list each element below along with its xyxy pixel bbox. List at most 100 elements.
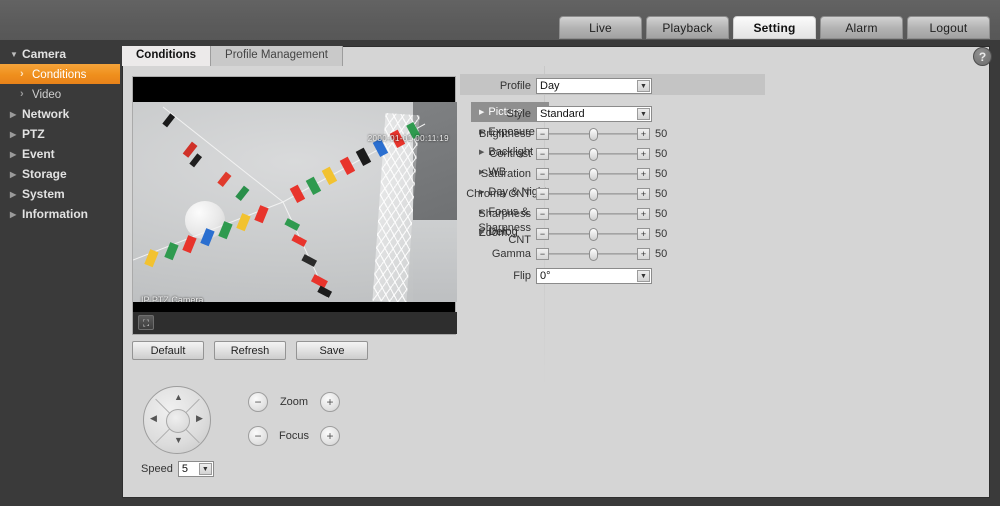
slider-thumb-saturation[interactable]: [589, 168, 598, 181]
zoom-in-button[interactable]: +: [320, 392, 340, 412]
style-label: Style: [506, 108, 531, 120]
video-camera-name: IP PTZ Camera: [141, 295, 204, 302]
slider-track-sharpness[interactable]: [549, 208, 637, 221]
default-button[interactable]: Default: [132, 341, 204, 360]
slider-value-brightness: 50: [655, 128, 668, 140]
sidebar-item-video[interactable]: › Video: [0, 84, 120, 104]
slider-row-contrast: Contrast − +50: [460, 144, 780, 164]
slider-increment-chroma-cnt[interactable]: +: [637, 188, 650, 200]
sidebar-item-camera[interactable]: ▼ Camera: [0, 44, 120, 64]
save-button[interactable]: Save: [296, 341, 368, 360]
ptz-joystick[interactable]: ▲ ▼ ◀ ▶: [143, 386, 211, 454]
ptz-up-arrow-icon[interactable]: ▲: [174, 392, 183, 402]
expand-fullscreen-icon[interactable]: ⛶: [138, 315, 154, 330]
sidebar-item-storage[interactable]: ▶ Storage: [0, 164, 120, 184]
ptz-center-button[interactable]: [166, 409, 190, 433]
slider-track-sharpness-cnt[interactable]: [549, 228, 637, 241]
sidebar-item-conditions[interactable]: › Conditions: [0, 64, 120, 84]
slider-row-saturation: Saturation − +50: [460, 164, 780, 184]
zoom-label: Zoom: [279, 396, 309, 408]
slider-decrement-sharpness[interactable]: −: [536, 208, 549, 220]
slider-row-chroma-cnt: Chroma CNT − +50: [460, 184, 780, 204]
sidebar-item-label: Network: [22, 107, 70, 121]
profile-select[interactable]: Day ▼: [536, 78, 652, 94]
slider-decrement-contrast[interactable]: −: [536, 148, 549, 160]
triangle-right-icon: ▶: [10, 190, 17, 199]
sidebar-item-label: Information: [22, 207, 88, 221]
sidebar-item-label: Storage: [22, 167, 67, 181]
panel-body: 2000-01-01 00:11:19 IP PTZ Camera ⛶ Defa…: [123, 66, 989, 497]
nav-tab-live[interactable]: Live: [559, 16, 642, 39]
slider-increment-brightness[interactable]: +: [637, 128, 650, 140]
slider-decrement-sharpness-cnt[interactable]: −: [536, 228, 549, 240]
slider-track-saturation[interactable]: [549, 168, 637, 181]
slider-increment-saturation[interactable]: +: [637, 168, 650, 180]
sidebar-item-label: Camera: [22, 47, 67, 61]
profile-value: Day: [540, 80, 560, 92]
profile-bar: Profile Day ▼: [460, 74, 765, 95]
nav-tab-alarm[interactable]: Alarm: [820, 16, 903, 39]
flip-value: 0°: [540, 270, 551, 282]
slider-decrement-chroma-cnt[interactable]: −: [536, 188, 549, 200]
ptz-speed-row: Speed 5 ▼: [141, 461, 214, 477]
slider-row-sharpness: Sharpness − +50: [460, 204, 780, 224]
sidebar-item-label: System: [22, 187, 65, 201]
slider-track-chroma-cnt[interactable]: [549, 188, 637, 201]
slider-thumb-sharpness-cnt[interactable]: [589, 228, 598, 241]
slider-thumb-gamma[interactable]: [589, 248, 598, 261]
chevron-down-icon[interactable]: ▼: [637, 270, 650, 282]
content-tab-strip: Conditions Profile Management: [122, 46, 990, 66]
slider-label-gamma: Gamma: [491, 248, 531, 260]
focus-label: Focus: [279, 430, 309, 442]
slider-increment-sharpness-cnt[interactable]: +: [637, 228, 650, 240]
sidebar-item-label: PTZ: [22, 127, 45, 141]
triangle-right-icon: ▶: [10, 170, 17, 179]
chevron-down-icon[interactable]: ▼: [637, 80, 650, 92]
slider-decrement-brightness[interactable]: −: [536, 128, 549, 140]
sidebar-item-information[interactable]: ▶ Information: [0, 204, 120, 224]
slider-thumb-chroma-cnt[interactable]: [589, 188, 598, 201]
slider-row-sharpness-cnt: Sharpness CNT − +50: [460, 222, 780, 246]
slider-track-contrast[interactable]: [549, 148, 637, 161]
sidebar-item-label: Event: [22, 147, 55, 161]
slider-track-gamma[interactable]: [549, 248, 637, 261]
nav-tab-setting[interactable]: Setting: [733, 16, 816, 39]
slider-thumb-contrast[interactable]: [589, 148, 598, 161]
slider-increment-sharpness[interactable]: +: [637, 208, 650, 220]
chevron-down-icon[interactable]: ▼: [637, 108, 650, 120]
ptz-right-arrow-icon[interactable]: ▶: [196, 413, 203, 424]
zoom-out-button[interactable]: −: [248, 392, 268, 412]
slider-track-brightness[interactable]: [549, 128, 637, 141]
slider-decrement-gamma[interactable]: −: [536, 248, 549, 260]
sidebar-item-ptz[interactable]: ▶ PTZ: [0, 124, 120, 144]
video-preview[interactable]: 2000-01-01 00:11:19 IP PTZ Camera ⛶: [132, 76, 457, 335]
slider-value-gamma: 50: [655, 248, 668, 260]
sidebar-item-event[interactable]: ▶ Event: [0, 144, 120, 164]
speed-select[interactable]: 5 ▼: [177, 461, 214, 477]
focus-near-button[interactable]: −: [248, 426, 268, 446]
slider-decrement-saturation[interactable]: −: [536, 168, 549, 180]
slider-thumb-brightness[interactable]: [589, 128, 598, 141]
chevron-right-icon: ›: [20, 68, 24, 80]
slider-label-chroma-cnt: Chroma CNT: [466, 188, 531, 200]
sidebar-item-system[interactable]: ▶ System: [0, 184, 120, 204]
nav-tab-playback[interactable]: Playback: [646, 16, 729, 39]
sidebar-item-network[interactable]: ▶ Network: [0, 104, 120, 124]
tab-conditions[interactable]: Conditions: [122, 46, 212, 66]
refresh-button[interactable]: Refresh: [214, 341, 286, 360]
help-icon[interactable]: ?: [973, 47, 992, 66]
tab-profile-management[interactable]: Profile Management: [211, 46, 343, 66]
app-root: Live Playback Setting Alarm Logout ▼ Camera › C…: [0, 0, 1000, 506]
slider-label-contrast: Contrast: [489, 148, 531, 160]
flip-select[interactable]: 0° ▼: [536, 268, 652, 284]
ptz-left-arrow-icon[interactable]: ◀: [150, 413, 157, 424]
chevron-down-icon[interactable]: ▼: [198, 463, 212, 475]
nav-tab-logout[interactable]: Logout: [907, 16, 990, 39]
triangle-right-icon: ▶: [10, 130, 17, 139]
style-select[interactable]: Standard ▼: [536, 106, 652, 122]
slider-increment-contrast[interactable]: +: [637, 148, 650, 160]
slider-increment-gamma[interactable]: +: [637, 248, 650, 260]
slider-thumb-sharpness[interactable]: [589, 208, 598, 221]
ptz-down-arrow-icon[interactable]: ▼: [174, 435, 183, 445]
focus-far-button[interactable]: +: [320, 426, 340, 446]
